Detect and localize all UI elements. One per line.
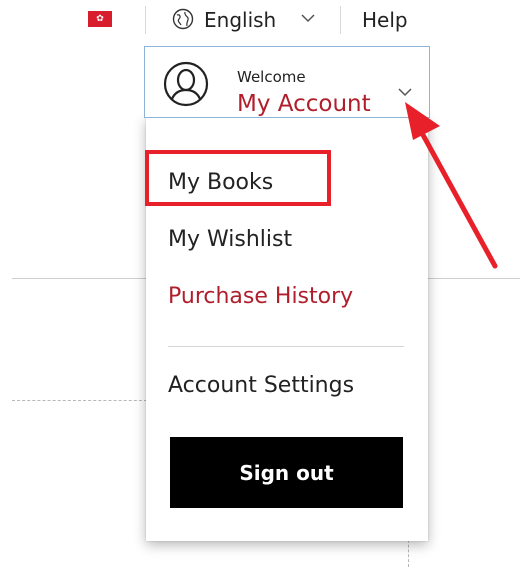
hong-kong-flag-icon[interactable]: ✿ [88,11,112,27]
top-utility-bar: ✿ English Help [0,0,520,40]
menu-item-purchase-history[interactable]: Purchase History [168,283,353,311]
chevron-down-icon[interactable] [300,13,316,23]
menu-item-my-wishlist[interactable]: My Wishlist [168,226,292,254]
annotation-arrow-icon [405,102,498,269]
sign-out-button[interactable]: Sign out [170,437,403,508]
divider [145,6,146,34]
user-avatar-icon [163,61,209,107]
account-menu-toggle[interactable]: Welcome My Account [144,46,430,118]
highlight-box [145,150,331,206]
welcome-text: Welcome [237,68,306,86]
my-account-label[interactable]: My Account [237,91,371,117]
flag-emblem: ✿ [96,13,104,24]
language-selector[interactable]: English [204,8,276,32]
dashed-divider [12,400,147,401]
menu-item-account-settings[interactable]: Account Settings [168,372,354,400]
divider [340,6,341,34]
help-link[interactable]: Help [362,8,408,32]
globe-icon[interactable] [172,8,194,30]
menu-divider [168,346,404,347]
